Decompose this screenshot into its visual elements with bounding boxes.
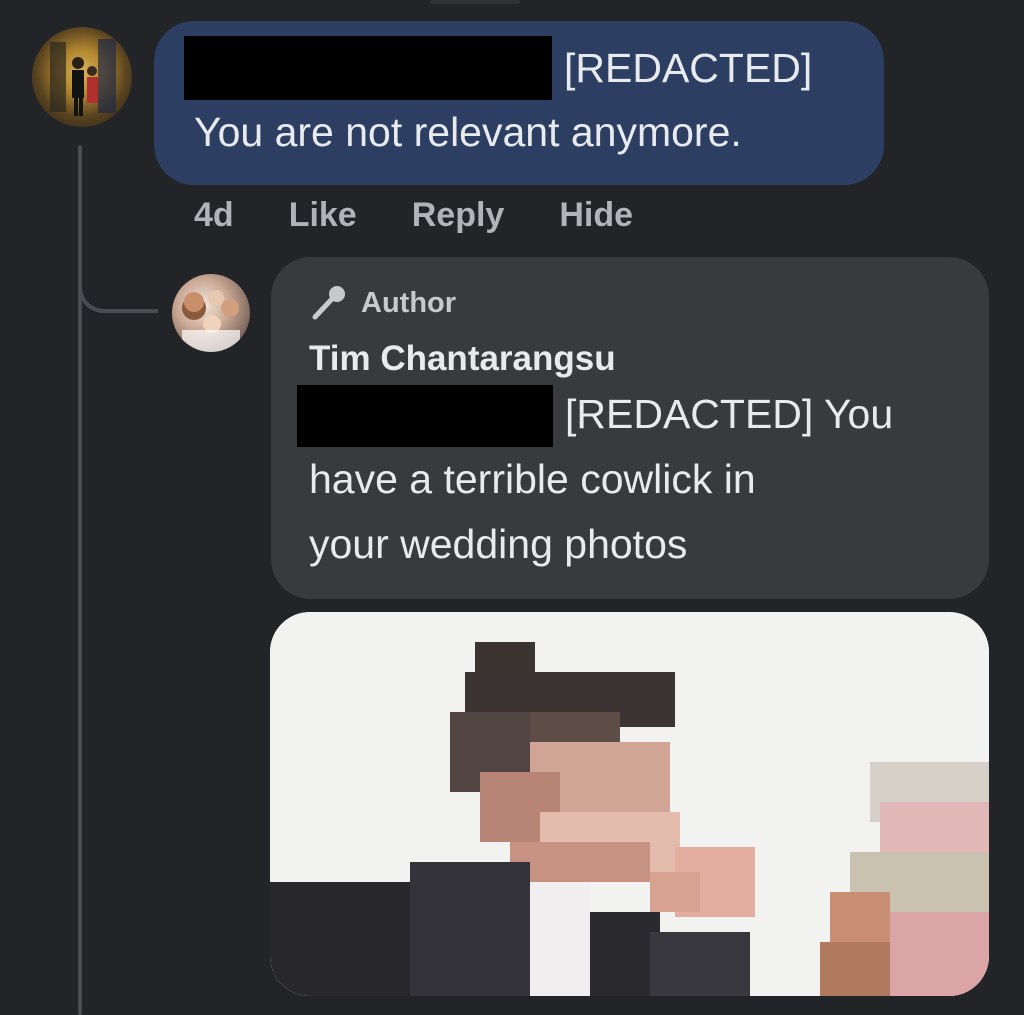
attached-photo[interactable] bbox=[270, 612, 989, 996]
comment-text: You are not relevant anymore. bbox=[194, 109, 742, 155]
microphone-icon bbox=[309, 283, 349, 323]
reply-text-line3: your wedding photos bbox=[309, 521, 688, 567]
author-name[interactable]: Tim Chantarangsu bbox=[309, 339, 616, 379]
reply-text-line1: [REDACTED] You bbox=[565, 391, 894, 437]
author-badge: Author bbox=[309, 283, 456, 323]
commenter-avatar[interactable] bbox=[32, 27, 132, 127]
comment-timestamp[interactable]: 4d bbox=[194, 196, 234, 235]
previous-content-edge bbox=[430, 0, 520, 4]
hide-button[interactable]: Hide bbox=[559, 196, 633, 235]
pixelated-wedding-photo bbox=[270, 612, 989, 996]
comment-bubble: [REDACTED] You are not relevant anymore. bbox=[154, 21, 884, 185]
like-button[interactable]: Like bbox=[289, 196, 357, 235]
avatar-photo bbox=[182, 290, 240, 352]
redaction-box bbox=[184, 36, 552, 100]
author-badge-label: Author bbox=[361, 286, 457, 319]
avatar-photo bbox=[50, 39, 116, 116]
author-avatar[interactable] bbox=[172, 274, 250, 352]
thread-connector-curve bbox=[78, 255, 158, 313]
redaction-box bbox=[297, 385, 553, 447]
redacted-label: [REDACTED] bbox=[564, 45, 813, 91]
reply-button[interactable]: Reply bbox=[412, 196, 505, 235]
comment-actions: 4d Like Reply Hide bbox=[194, 196, 688, 235]
reply-text-line2: have a terrible cowlick in bbox=[309, 456, 756, 502]
reply-bubble: Author Tim Chantarangsu [REDACTED] You h… bbox=[271, 257, 989, 599]
